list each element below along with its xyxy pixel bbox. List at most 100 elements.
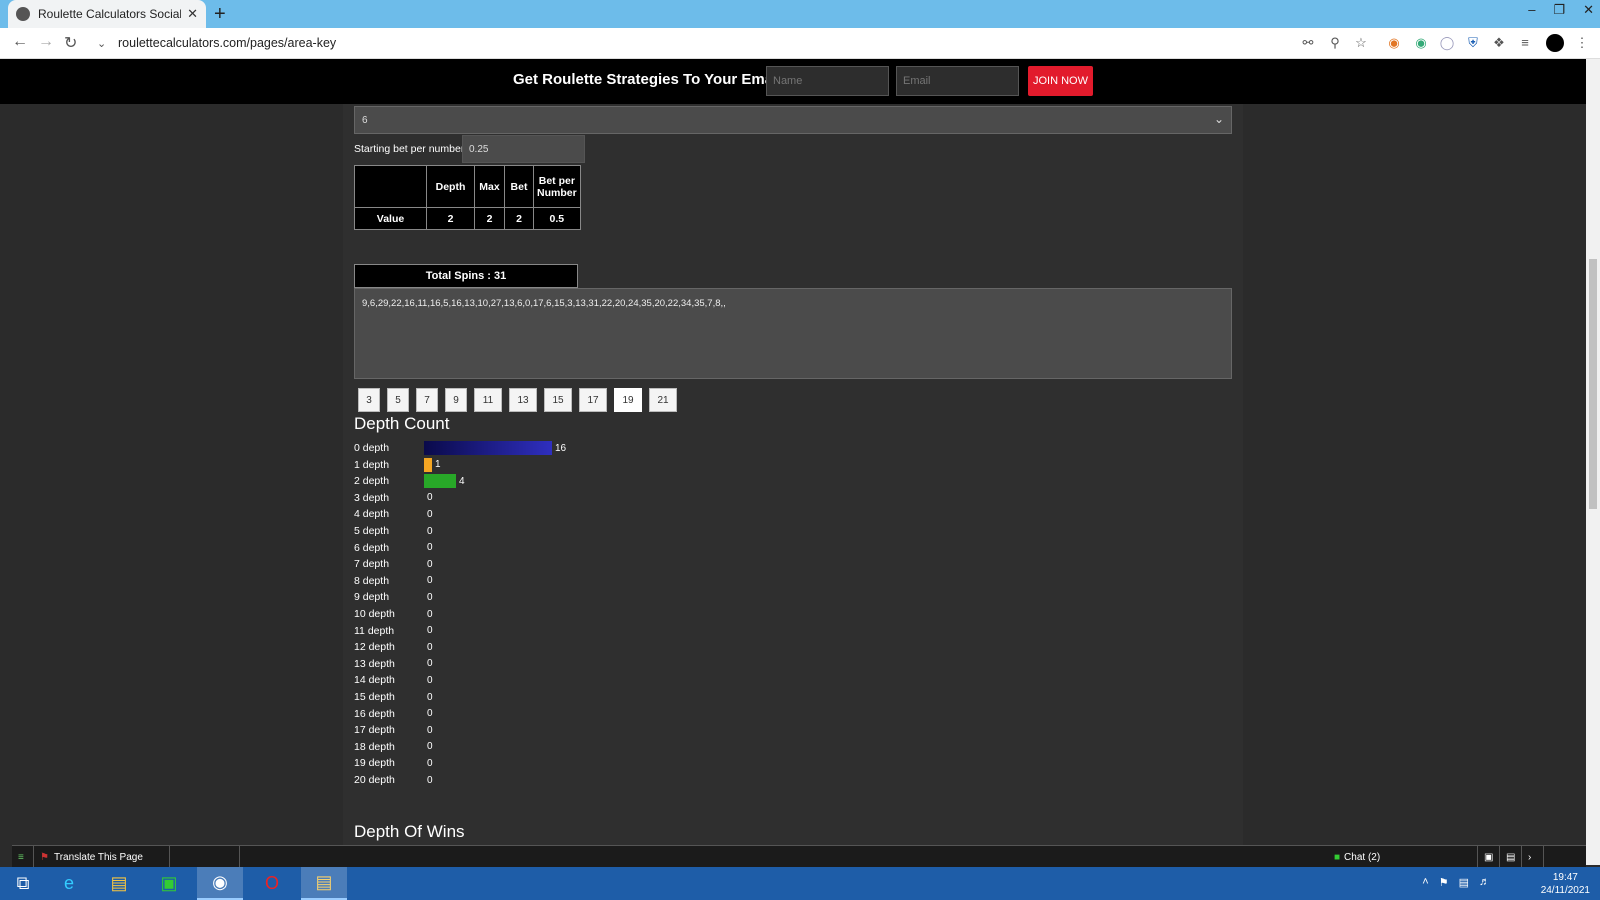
starting-bet-input[interactable]: 0.25 (462, 135, 585, 163)
chat-button[interactable]: ■ Chat (2) (1328, 846, 1478, 868)
name-input[interactable] (766, 66, 889, 96)
email-signup-band: Get Roulette Strategies To Your Email: J… (0, 59, 1586, 104)
page-scrollbar[interactable] (1586, 59, 1600, 865)
number-button[interactable]: 17 (579, 388, 607, 412)
volume-icon[interactable]: ♬ (1479, 876, 1490, 889)
value-table-row: Value 2 2 2 0.5 (354, 207, 581, 230)
depth-count-value: 0 (427, 691, 433, 703)
depth-count-value: 0 (427, 741, 433, 753)
depth-count-row: 20 depth 0 (354, 772, 433, 788)
close-window-icon[interactable]: ✕ (1583, 2, 1594, 18)
number-button[interactable]: 9 (445, 388, 467, 412)
depth-count-bar (424, 474, 456, 489)
depth-count-row: 0 depth 16 (354, 440, 566, 456)
number-button[interactable]: 15 (544, 388, 572, 412)
close-tab-icon[interactable]: ✕ (187, 6, 198, 22)
value-table-header: Bet per Number (533, 165, 581, 208)
menu-dots-icon[interactable]: ⋮ (1574, 35, 1590, 51)
depth-count-row: 14 depth 0 (354, 672, 433, 688)
window-icon[interactable]: ▤ (1500, 846, 1522, 868)
number-button[interactable]: 3 (358, 388, 380, 412)
total-spins-header: Total Spins : 31 (354, 264, 578, 288)
depth-count-label: 1 depth (354, 458, 390, 471)
reload-icon[interactable]: ↻ (64, 33, 77, 53)
extension-icon[interactable]: ◉ (1413, 35, 1429, 51)
depth-count-value: 0 (427, 674, 433, 686)
store-icon[interactable]: ▣ (146, 867, 192, 900)
number-button[interactable]: 21 (649, 388, 677, 412)
depth-count-row: 19 depth 0 (354, 755, 433, 771)
network-icon[interactable]: ▤ (1459, 876, 1469, 889)
media-queue-icon[interactable]: ≡ (1517, 35, 1533, 51)
depth-count-value: 0 (427, 608, 433, 620)
number-button-selected[interactable]: 19 (614, 388, 642, 412)
number-button[interactable]: 13 (509, 388, 537, 412)
depth-count-row: 7 depth 0 (354, 556, 433, 572)
main-content: 6 ⌄ Starting bet per number 0.25 Depth M… (343, 104, 1243, 845)
depth-count-row: 12 depth 0 (354, 639, 433, 655)
address-bar-row: ← → ↻ ⌄ roulettecalculators.com/pages/ar… (0, 28, 1600, 59)
number-button[interactable]: 7 (416, 388, 438, 412)
page-viewport: Get Roulette Strategies To Your Email: J… (0, 59, 1586, 845)
number-button[interactable]: 5 (387, 388, 409, 412)
url-field[interactable]: roulettecalculators.com/pages/area-key (118, 36, 336, 50)
restore-icon[interactable]: ❐ (1553, 2, 1565, 18)
puzzle-extensions-icon[interactable]: ❖ (1491, 35, 1507, 51)
number-button-group: 3 5 7 9 11 13 15 17 19 21 (358, 388, 677, 412)
spins-sequence-textarea[interactable]: 9,6,29,22,16,11,16,5,16,13,10,27,13,6,0,… (354, 288, 1232, 379)
depth-select[interactable]: 6 ⌄ (354, 106, 1232, 134)
depth-select-value: 6 (362, 115, 368, 126)
action-center-flag-icon[interactable]: ⚑ (1439, 876, 1449, 889)
key-icon[interactable]: ⚯ (1300, 35, 1316, 51)
translate-toolbar: ≡ ⚑ Translate This Page ■ Chat (2) ▣ ▤ › (12, 845, 1586, 868)
depth-count-label: 4 depth (354, 508, 390, 521)
toolbar-menu-icon[interactable]: ≡ (12, 846, 34, 868)
new-tab-button[interactable]: + (214, 3, 226, 26)
chrome-taskbar-icon[interactable]: ◉ (197, 867, 243, 900)
number-button[interactable]: 11 (474, 388, 502, 412)
file-explorer-icon[interactable]: ▤ (96, 867, 142, 900)
forward-icon[interactable]: → (38, 33, 54, 51)
depth-count-value: 0 (427, 508, 433, 520)
zoom-icon[interactable]: ⚲ (1327, 35, 1343, 51)
system-clock[interactable]: 19:47 24/11/2021 (1541, 871, 1590, 897)
us-flag-icon: ⚑ (40, 851, 49, 863)
depth-count-label: 17 depth (354, 724, 395, 737)
depth-count-value: 0 (427, 542, 433, 554)
tray-chevron-up-icon[interactable]: ˄ (1422, 876, 1428, 889)
depth-count-row: 1 depth 1 (354, 457, 441, 473)
internet-explorer-icon[interactable]: e (46, 867, 92, 900)
minimize-icon[interactable]: – (1528, 2, 1535, 18)
depth-count-row: 5 depth 0 (354, 523, 433, 539)
depth-count-value: 0 (427, 558, 433, 570)
shield-extension-icon[interactable]: ◯ (1439, 35, 1455, 51)
opera-icon[interactable]: O (249, 867, 295, 900)
email-input[interactable] (896, 66, 1019, 96)
folder-taskbar-icon[interactable]: ▤ (301, 867, 347, 900)
chevron-down-icon: ⌄ (1213, 112, 1224, 126)
profile-avatar[interactable] (1546, 34, 1564, 52)
join-now-button[interactable]: JOIN NOW (1028, 66, 1093, 96)
bitwarden-extension-icon[interactable]: ⛨ (1465, 35, 1481, 51)
metamask-extension-icon[interactable]: ◉ (1386, 35, 1402, 51)
depth-count-value: 0 (427, 757, 433, 769)
value-row-label: Value (354, 207, 427, 230)
chevron-right-icon[interactable]: › (1522, 846, 1544, 868)
depth-count-value: 0 (427, 708, 433, 720)
depth-count-label: 8 depth (354, 574, 390, 587)
depth-count-bar (424, 457, 432, 472)
translate-page-button[interactable]: ⚑ Translate This Page (34, 846, 170, 868)
depth-count-label: 14 depth (354, 674, 395, 687)
back-icon[interactable]: ← (12, 33, 28, 51)
windows-start-icon[interactable]: ⧉ (0, 867, 46, 900)
browser-tab[interactable]: Roulette Calculators Social Netw ✕ (8, 0, 206, 28)
bookmark-star-icon[interactable]: ☆ (1353, 35, 1369, 51)
depth-count-row: 8 depth 0 (354, 573, 433, 589)
chat-bubble-icon[interactable]: ▣ (1478, 846, 1500, 868)
depth-count-label: 3 depth (354, 491, 390, 504)
depth-count-label: 13 depth (354, 657, 395, 670)
clock-time: 19:47 (1552, 872, 1578, 883)
scrollbar-thumb[interactable] (1589, 259, 1597, 509)
site-info-icon[interactable]: ⌄ (97, 37, 106, 50)
depth-count-label: 6 depth (354, 541, 390, 554)
